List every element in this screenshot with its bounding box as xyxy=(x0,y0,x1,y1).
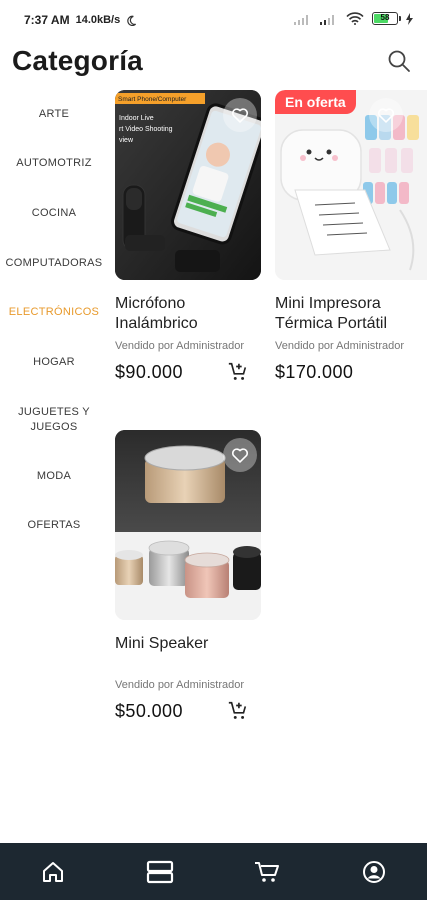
product-image[interactable]: En oferta xyxy=(275,90,427,280)
search-button[interactable] xyxy=(385,47,413,75)
heart-icon xyxy=(232,448,248,463)
product-image[interactable]: Smart Phone/Computer Indoor Live rt Vide… xyxy=(115,90,261,280)
category-item-moda[interactable]: MODA xyxy=(0,469,108,484)
product-price: $50.000 xyxy=(115,701,183,721)
favorite-button[interactable] xyxy=(369,98,403,132)
category-item-electronicos[interactable]: ELECTRÓNICOS xyxy=(0,305,108,320)
battery-level: 58 xyxy=(380,13,390,22)
image-text-line-1: Indoor Live xyxy=(119,115,154,122)
nav-categories-button[interactable] xyxy=(140,852,180,892)
nav-profile-button[interactable] xyxy=(354,852,394,892)
battery-icon: 58 xyxy=(372,12,401,25)
category-item-hogar[interactable]: HOGAR xyxy=(0,355,108,370)
signal-icon xyxy=(294,14,308,25)
product-seller: Vendido por Administrador xyxy=(115,340,245,352)
category-item-computadoras[interactable]: COMPUTADORAS xyxy=(0,256,108,271)
charging-icon xyxy=(406,12,413,25)
heart-icon xyxy=(378,108,394,123)
category-item-juguetes[interactable]: JUGUETES Y JUEGOS xyxy=(0,405,108,435)
category-item-cocina[interactable]: COCINA xyxy=(0,206,108,221)
category-item-arte[interactable]: ARTE xyxy=(0,107,108,122)
status-left: 7:37 AM 14.0kB/s xyxy=(24,13,137,27)
category-item-ofertas[interactable]: OFERTAS xyxy=(0,518,108,533)
home-icon xyxy=(43,861,64,882)
add-cart-icon xyxy=(228,701,247,719)
product-seller: Vendido por Administrador xyxy=(275,340,405,352)
status-right: 58 xyxy=(294,12,413,25)
header: Categoría xyxy=(0,40,427,88)
product-card[interactable]: En oferta Mini Impresora Térmica Portáti… xyxy=(275,90,427,389)
nav-cart-button[interactable] xyxy=(247,852,287,892)
category-item-automotriz[interactable]: AUTOMOTRIZ xyxy=(0,156,108,171)
price-row: $50.000 xyxy=(115,698,261,728)
signal-icon-2 xyxy=(320,14,334,25)
product-seller: Vendido por Administrador xyxy=(115,679,245,691)
profile-icon xyxy=(362,860,385,883)
nav-home-button[interactable] xyxy=(33,852,73,892)
bottom-navigation xyxy=(0,843,427,900)
price-row: $90.000 xyxy=(115,359,261,389)
product-name[interactable]: Mini Impresora Térmica Portátil xyxy=(275,294,421,334)
search-icon xyxy=(388,50,410,72)
status-bar: 7:37 AM 14.0kB/s 58 xyxy=(0,0,427,40)
price-row: $170.000 xyxy=(275,359,421,389)
product-image[interactable] xyxy=(115,430,261,620)
categories-icon xyxy=(147,860,174,883)
product-name[interactable]: Micrófono Inalámbrico xyxy=(115,294,261,334)
heart-icon xyxy=(232,108,248,123)
add-to-cart-button[interactable] xyxy=(225,698,251,724)
image-text-line-3: view xyxy=(119,137,134,144)
product-price: $90.000 xyxy=(115,362,183,382)
product-card[interactable]: Smart Phone/Computer Indoor Live rt Vide… xyxy=(115,90,261,389)
page-title: Categoría xyxy=(12,45,143,76)
add-cart-icon xyxy=(228,362,247,380)
status-time: 7:37 AM xyxy=(24,13,70,27)
network-speed: 14.0kB/s xyxy=(75,14,121,26)
cart-icon xyxy=(254,861,279,882)
moon-icon xyxy=(127,15,137,26)
wifi-icon xyxy=(346,12,364,25)
sale-badge: En oferta xyxy=(275,90,356,114)
favorite-button[interactable] xyxy=(223,98,257,132)
image-text-line-2: rt Video Shooting xyxy=(119,126,173,133)
product-card[interactable]: Mini Speaker Vendido por Administrador $… xyxy=(115,430,261,728)
favorite-button[interactable] xyxy=(223,438,257,472)
add-to-cart-button[interactable] xyxy=(225,359,251,385)
printer-photo xyxy=(275,90,427,280)
image-banner-text: Smart Phone/Computer xyxy=(118,96,187,103)
product-name[interactable]: Mini Speaker xyxy=(115,634,261,654)
product-price: $170.000 xyxy=(275,362,354,382)
